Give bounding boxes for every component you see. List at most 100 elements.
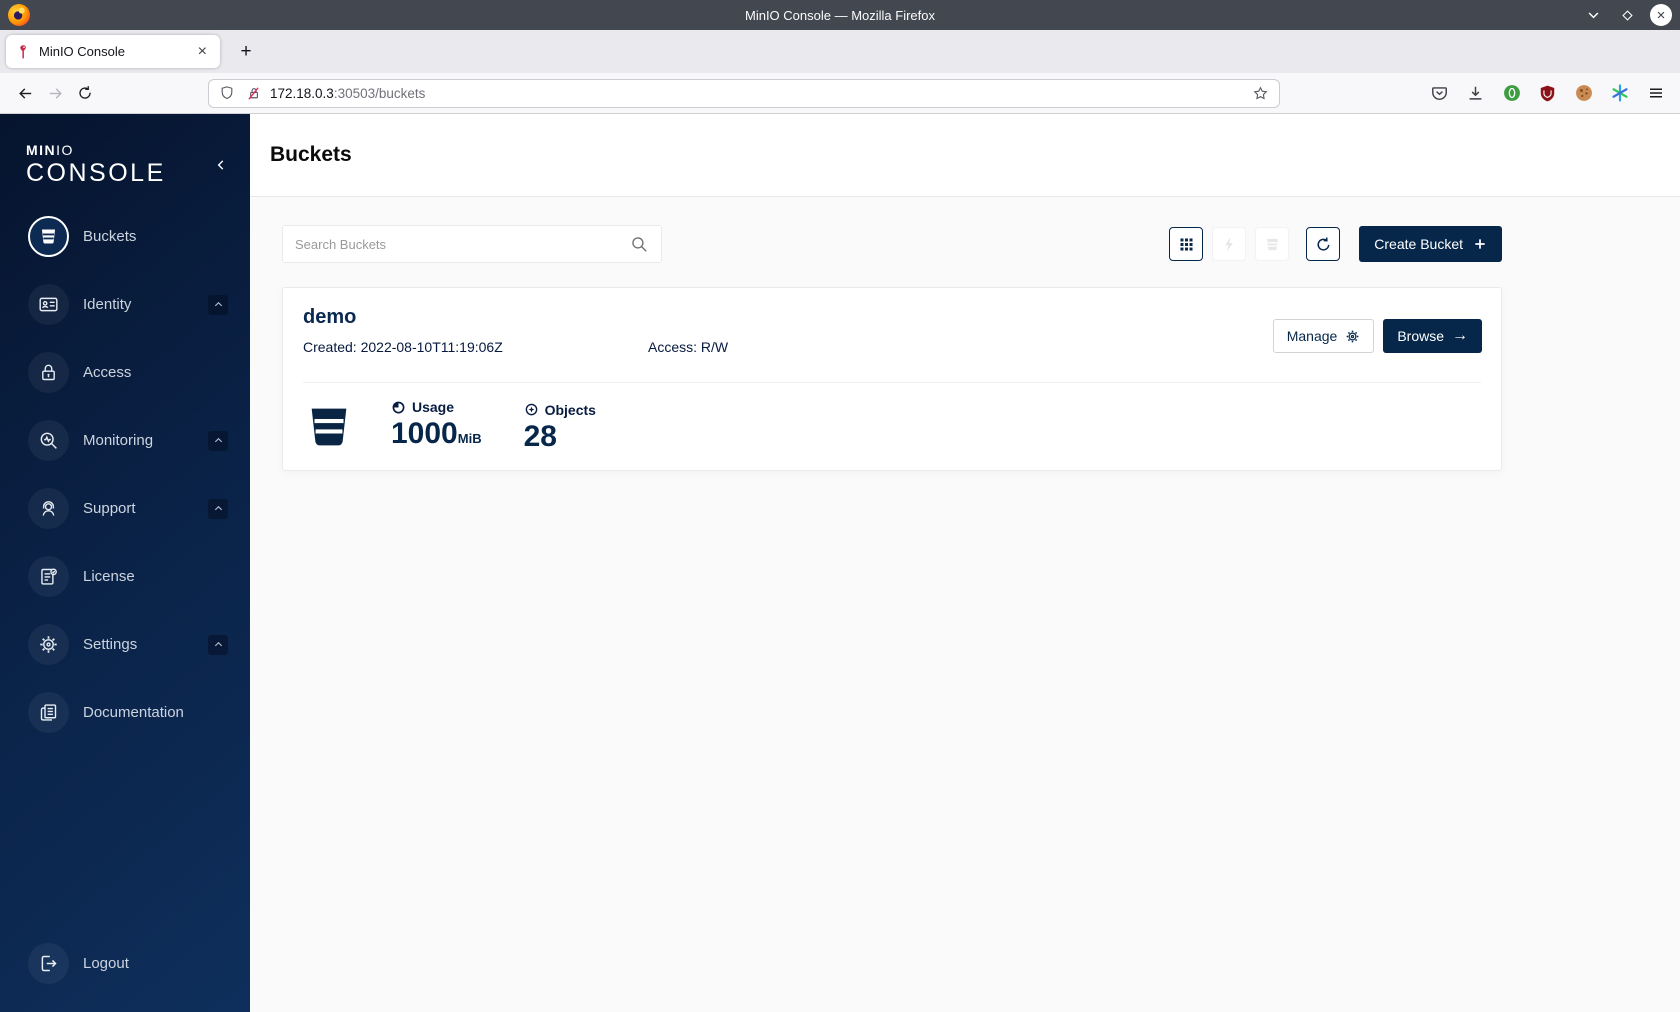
gear-icon bbox=[1346, 330, 1359, 342]
url-text: 172.18.0.3:30503/buckets bbox=[270, 86, 425, 101]
window-titlebar: MinIO Console — Mozilla Firefox × bbox=[0, 0, 1680, 30]
minio-console-logo: MINIO CONSOLE bbox=[0, 114, 250, 188]
back-arrow-icon bbox=[18, 87, 31, 99]
sidebar-item-buckets[interactable]: Buckets bbox=[28, 216, 250, 257]
firefox-logo-icon bbox=[8, 4, 30, 26]
gear-icon bbox=[28, 624, 69, 665]
license-document-icon bbox=[28, 556, 69, 597]
ublock-shield-icon[interactable] bbox=[1537, 83, 1558, 104]
tab-title: MinIO Console bbox=[39, 44, 125, 59]
search-input[interactable] bbox=[295, 236, 630, 252]
reload-button[interactable] bbox=[70, 78, 100, 108]
window-controls: × bbox=[1582, 4, 1680, 26]
monitoring-search-icon bbox=[28, 420, 69, 461]
manage-button[interactable]: Manage bbox=[1272, 319, 1375, 353]
delete-bucket-button-disabled bbox=[1255, 227, 1290, 261]
usage-pie-icon bbox=[392, 401, 405, 413]
chevron-down-icon bbox=[1588, 11, 1598, 18]
replication-button-disabled bbox=[1212, 227, 1247, 261]
maximize-diamond-icon bbox=[1621, 9, 1633, 21]
sidebar-item-documentation[interactable]: Documentation bbox=[28, 692, 250, 733]
refresh-icon bbox=[1317, 237, 1330, 251]
id-card-icon bbox=[28, 284, 69, 325]
objects-metric: Objects 28 bbox=[523, 401, 596, 453]
grid-icon bbox=[1180, 237, 1193, 251]
reload-icon bbox=[79, 86, 91, 99]
back-button[interactable] bbox=[10, 78, 40, 108]
buckets-toolbar: Create Bucket bbox=[282, 225, 1502, 263]
chevron-up-icon bbox=[208, 498, 228, 519]
plus-icon bbox=[1475, 239, 1485, 249]
asterisk-extension-icon[interactable] bbox=[1609, 83, 1630, 104]
browse-button[interactable]: Browse → bbox=[1383, 319, 1482, 353]
minio-console-app: MINIO CONSOLE Buckets Identity Access Mo… bbox=[0, 114, 1680, 1012]
usage-value: 1000MiB bbox=[391, 417, 482, 450]
bucket-small-icon bbox=[1266, 238, 1278, 250]
window-minimize-button[interactable] bbox=[1582, 4, 1604, 26]
create-bucket-button[interactable]: Create Bucket bbox=[1359, 226, 1502, 262]
bucket-card-demo[interactable]: demo Created: 2022-08-10T11:19:06Z Acces… bbox=[282, 287, 1502, 471]
toolbar-extensions bbox=[1429, 83, 1666, 104]
search-icon bbox=[632, 236, 647, 252]
bookmark-star-icon[interactable] bbox=[1252, 85, 1269, 102]
minio-favicon-icon bbox=[20, 44, 26, 58]
downloads-icon[interactable] bbox=[1465, 83, 1486, 104]
cookie-extension-icon[interactable] bbox=[1573, 83, 1594, 104]
objects-icon bbox=[525, 403, 537, 416]
forward-arrow-icon bbox=[49, 87, 62, 99]
usage-metric: Usage 1000MiB bbox=[391, 399, 482, 455]
sidebar: MINIO CONSOLE Buckets Identity Access Mo… bbox=[0, 114, 250, 1012]
logo-min: MIN bbox=[26, 142, 57, 158]
sidebar-item-settings[interactable]: Settings bbox=[28, 624, 250, 665]
pocket-icon[interactable] bbox=[1429, 83, 1450, 104]
chevron-up-icon bbox=[208, 294, 228, 315]
logo-io: IO bbox=[56, 142, 74, 158]
grid-view-button[interactable] bbox=[1169, 227, 1204, 261]
tab-bar: MinIO Console × + bbox=[0, 30, 1680, 73]
bucket-metrics: Usage 1000MiB Objects 28 bbox=[303, 383, 1481, 471]
objects-value: 28 bbox=[523, 419, 557, 453]
lock-icon bbox=[28, 352, 69, 393]
chevron-left-icon bbox=[217, 160, 224, 170]
window-maximize-button[interactable] bbox=[1616, 4, 1638, 26]
shield-permissions-icon bbox=[221, 86, 233, 100]
url-host: 172.18.0.3 bbox=[270, 85, 334, 101]
sidebar-item-monitoring[interactable]: Monitoring bbox=[28, 420, 250, 461]
new-tab-button[interactable]: + bbox=[232, 38, 260, 66]
sidebar-item-logout[interactable]: Logout bbox=[0, 943, 250, 984]
browser-navbar: 172.18.0.3:30503/buckets bbox=[0, 73, 1680, 114]
close-icon: × bbox=[1656, 6, 1666, 24]
arrow-right-icon: → bbox=[1452, 327, 1468, 344]
url-path: :30503/buckets bbox=[333, 85, 426, 101]
sidebar-nav: Buckets Identity Access Monitoring Suppo… bbox=[0, 216, 250, 733]
bucket-card-buttons: Manage Browse → bbox=[1272, 319, 1482, 353]
bucket-actions: Create Bucket bbox=[1169, 226, 1502, 262]
chevron-up-icon bbox=[208, 430, 228, 451]
lightning-icon bbox=[1224, 236, 1233, 252]
privacy-extension-icon[interactable] bbox=[1501, 83, 1522, 104]
browser-tab-minio-console[interactable]: MinIO Console × bbox=[6, 35, 220, 68]
sidebar-item-identity[interactable]: Identity bbox=[28, 284, 250, 325]
insecure-lock-icon bbox=[248, 86, 259, 100]
bucket-large-icon bbox=[311, 408, 347, 446]
url-bar[interactable]: 172.18.0.3:30503/buckets bbox=[208, 78, 1280, 108]
buckets-content: Create Bucket demo Created: 2022-08-10T1… bbox=[250, 197, 1680, 471]
sidebar-item-support[interactable]: Support bbox=[28, 488, 250, 529]
menu-hamburger-icon[interactable] bbox=[1645, 83, 1666, 104]
bucket-created: Created: 2022-08-10T11:19:06Z bbox=[303, 339, 503, 355]
refresh-button[interactable] bbox=[1306, 227, 1341, 261]
support-headset-icon bbox=[28, 488, 69, 529]
window-close-button[interactable]: × bbox=[1650, 4, 1672, 26]
main-panel: Buckets Search Buckets Create Bucket dem… bbox=[250, 114, 1680, 1012]
page-title: Buckets bbox=[270, 143, 352, 166]
page-header: Buckets bbox=[250, 114, 1680, 197]
forward-button[interactable] bbox=[40, 78, 70, 108]
tab-close-button[interactable]: × bbox=[194, 43, 211, 61]
bucket-access: Access: R/W bbox=[648, 339, 729, 355]
sidebar-collapse-button[interactable] bbox=[210, 154, 232, 176]
sidebar-item-license[interactable]: License bbox=[28, 556, 250, 597]
bucket-icon bbox=[28, 216, 69, 257]
sidebar-item-access[interactable]: Access bbox=[28, 352, 250, 393]
search-box bbox=[282, 225, 662, 263]
documentation-icon bbox=[28, 692, 69, 733]
